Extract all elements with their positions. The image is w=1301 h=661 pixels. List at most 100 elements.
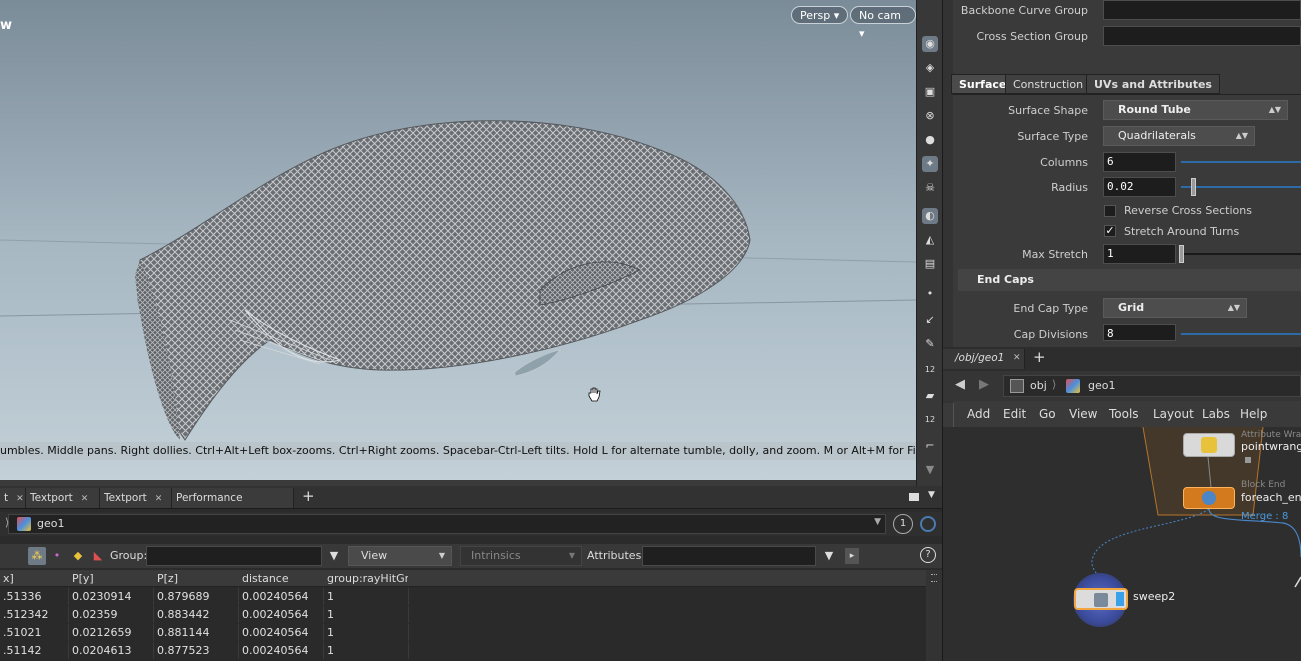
lock-icon[interactable]: ▣ [922, 84, 938, 100]
add-tab-icon[interactable]: + [1033, 348, 1046, 366]
chevron-down-icon[interactable]: ▼ [874, 517, 881, 527]
shading-icon[interactable]: ◐ [922, 208, 938, 224]
persp-button[interactable]: Persp ▾ [791, 6, 849, 24]
snap-prim-icon[interactable]: 12 [922, 412, 938, 428]
table-cell[interactable]: 0.881144 [154, 624, 239, 641]
table-cell[interactable]: 0.883442 [154, 606, 239, 623]
menu-add[interactable]: Add [967, 407, 990, 421]
cap-divisions-input[interactable]: 8 [1103, 324, 1176, 341]
construction-plane-icon[interactable]: ⌐ [922, 438, 938, 454]
tab-obj-geo1[interactable]: /obj/geo1 ✕ [943, 349, 1025, 369]
table-cell[interactable]: 1 [324, 624, 409, 641]
tab-performance-monitor[interactable]: Performance Monitor✕ [172, 488, 294, 524]
max-stretch-input[interactable]: 1 [1103, 244, 1176, 264]
reverse-cross-sections-checkbox[interactable] [1104, 205, 1116, 217]
scroll-down-icon[interactable]: ▼ [922, 462, 938, 478]
table-cell[interactable]: 1 [324, 606, 409, 623]
pin-badge[interactable]: 1 [893, 514, 913, 534]
camera-icon[interactable]: ◭ [922, 232, 938, 248]
skull-icon[interactable]: ☠ [922, 180, 938, 196]
scene-viewport[interactable]: w Persp ▾ No cam ▾ umbles. Middle pans. … [0, 0, 916, 480]
path-obj-label[interactable]: obj [1030, 379, 1047, 392]
table-cell[interactable]: 0.00240564 [239, 624, 324, 641]
forward-arrow-icon[interactable]: ▶ [979, 377, 989, 392]
camera-button[interactable]: No cam ▾ [850, 6, 916, 40]
render-icon[interactable]: ▤ [922, 256, 938, 272]
table-scrollbar[interactable] [926, 570, 942, 661]
foreach-end-node[interactable] [1183, 487, 1235, 509]
max-stretch-slider[interactable] [1181, 253, 1301, 255]
cap-divisions-slider[interactable] [1181, 333, 1301, 335]
table-cell[interactable]: 1 [324, 642, 409, 659]
ghost-icon[interactable]: ◈ [922, 60, 938, 76]
primitives-mode-icon[interactable]: ◆ [70, 547, 86, 565]
radius-slider-handle[interactable] [1191, 178, 1196, 196]
column-header[interactable]: P[y] [69, 570, 154, 587]
help-icon[interactable]: ? [920, 547, 936, 563]
tab-textport-2[interactable]: Textport ✕ [100, 488, 172, 508]
menu-labs[interactable]: Labs [1202, 407, 1230, 421]
table-cell[interactable]: .512342 [0, 606, 69, 623]
tab-spreadsheet[interactable]: t ✕ [0, 488, 26, 508]
display-flag[interactable] [1116, 592, 1124, 606]
table-cell[interactable]: 0.00240564 [239, 588, 324, 605]
close-icon[interactable]: ✕ [16, 494, 24, 504]
column-header[interactable]: P[z] [154, 570, 239, 587]
column-header[interactable]: x] [0, 570, 69, 587]
close-icon[interactable]: ✕ [155, 494, 163, 504]
surface-type-dropdown[interactable]: Quadrilaterals ▲▼ [1103, 126, 1255, 146]
pen-icon[interactable]: ✎ [922, 336, 938, 352]
filter-icon[interactable]: ▼ [326, 547, 342, 565]
table-cell[interactable]: 0.02359 [69, 606, 154, 623]
link-icon[interactable] [920, 516, 936, 532]
table-cell[interactable]: 0.877523 [154, 642, 239, 659]
point-icon[interactable]: • [922, 286, 938, 302]
attributes-filter-input[interactable] [642, 546, 816, 566]
table-cell[interactable]: .51021 [0, 624, 69, 641]
node-name-label[interactable]: foreach_end [1241, 491, 1301, 504]
table-cell[interactable]: .51336 [0, 588, 69, 605]
menu-go[interactable]: Go [1039, 407, 1056, 421]
network-canvas[interactable]: Attribute Wran pointwrangl Block End for… [943, 427, 1301, 661]
max-stretch-slider-handle[interactable] [1179, 245, 1184, 263]
paint-icon[interactable]: ▰ [922, 388, 938, 404]
backbone-curve-group-input[interactable] [1103, 0, 1301, 20]
group-filter-input[interactable] [146, 546, 322, 566]
columns-slider[interactable] [1181, 161, 1301, 163]
brush-icon[interactable]: ↙ [922, 312, 938, 328]
radius-slider[interactable] [1181, 186, 1301, 188]
node-name-label[interactable]: pointwrangl [1241, 440, 1301, 453]
tab-uvs-attributes[interactable]: UVs and Attributes [1086, 74, 1220, 94]
node-path-field[interactable]: ⟩ geo1 ▼ [5, 514, 886, 534]
snap-grid-icon[interactable]: 12 [922, 362, 938, 378]
cross-section-group-input[interactable] [1103, 26, 1301, 46]
menu-edit[interactable]: Edit [1003, 407, 1026, 421]
add-tab-icon[interactable]: + [302, 487, 315, 505]
table-cell[interactable]: 0.00240564 [239, 642, 324, 659]
surface-shape-dropdown[interactable]: Round Tube ▲▼ [1103, 100, 1288, 120]
table-cell[interactable]: 0.00240564 [239, 606, 324, 623]
eye-icon[interactable]: ◉ [922, 36, 938, 52]
light-icon[interactable]: ✦ [922, 156, 938, 172]
table-cell[interactable]: 0.0204613 [69, 642, 154, 659]
pointwrangle-node[interactable] [1183, 433, 1235, 457]
tab-textport-1[interactable]: Textport ✕ [26, 488, 100, 508]
filter-icon[interactable]: ▼ [821, 547, 837, 565]
vertices-mode-icon[interactable]: • [50, 547, 64, 565]
pane-menu-icon[interactable]: ▼ [928, 490, 935, 500]
menu-layout[interactable]: Layout [1153, 407, 1194, 421]
columns-input[interactable]: 6 [1103, 152, 1176, 172]
path-geo-label[interactable]: geo1 [1088, 379, 1115, 392]
stretch-around-turns-checkbox[interactable]: ✓ [1104, 225, 1116, 237]
table-cell[interactable]: 0.0230914 [69, 588, 154, 605]
close-circle-icon[interactable]: ⊗ [922, 108, 938, 124]
intrinsics-dropdown[interactable]: Intrinsics ▼ [460, 546, 582, 566]
menu-tools[interactable]: Tools [1109, 407, 1139, 421]
end-cap-type-dropdown[interactable]: Grid ▲▼ [1103, 298, 1247, 318]
sweep2-node[interactable] [1074, 588, 1128, 610]
back-arrow-icon[interactable]: ◀ [955, 377, 965, 392]
column-header[interactable]: distance [239, 570, 324, 587]
radius-input[interactable]: 0.02 [1103, 177, 1176, 197]
points-mode-icon[interactable]: ⁂ [28, 547, 46, 565]
sphere-icon[interactable]: ● [922, 132, 938, 148]
